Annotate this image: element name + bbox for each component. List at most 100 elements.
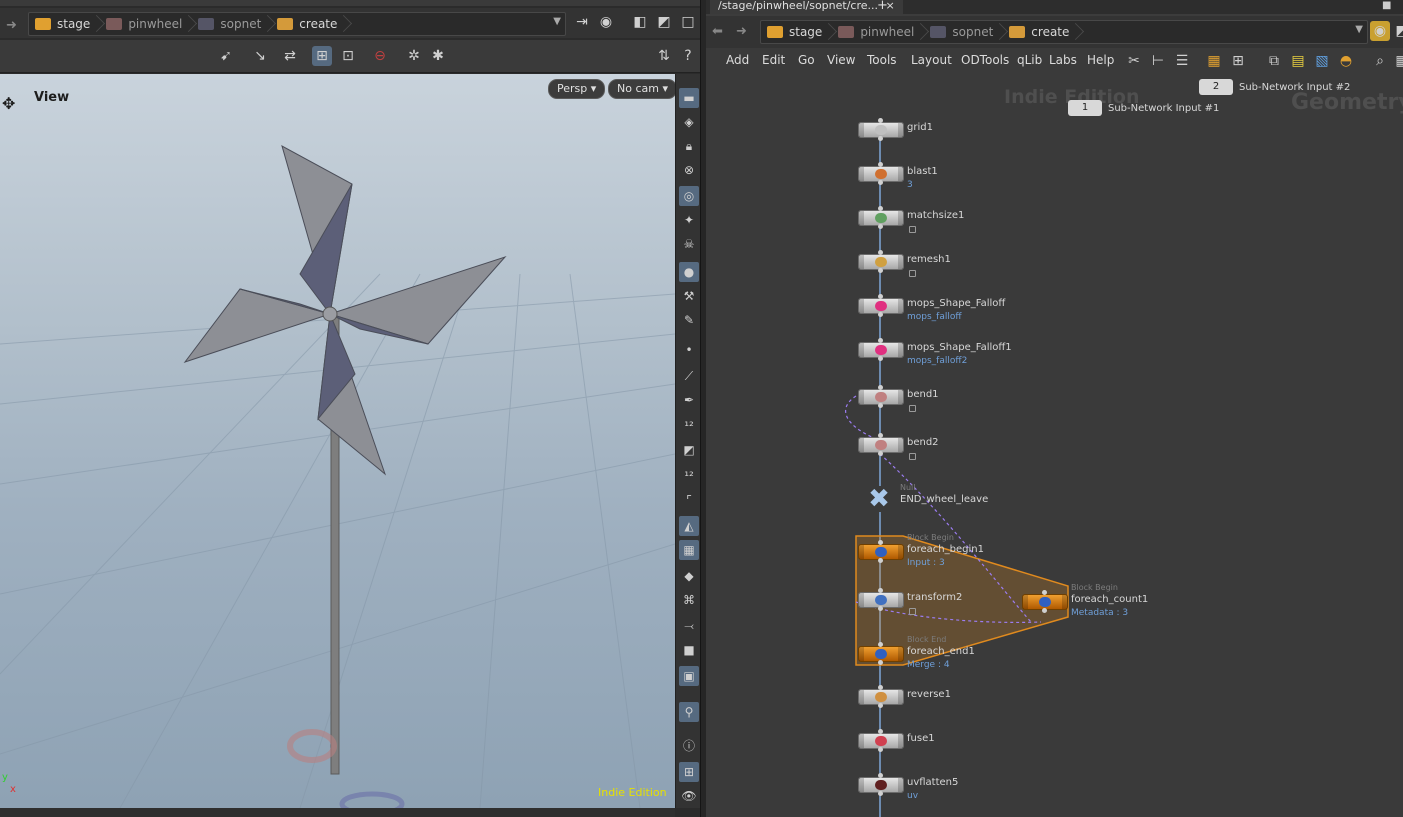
output-connector[interactable]: [878, 356, 883, 361]
output-connector[interactable]: [878, 747, 883, 752]
edge-icon[interactable]: ⟋: [679, 366, 699, 386]
left-pane-tabs[interactable]: [0, 0, 702, 6]
gear-icon[interactable]: ✲: [404, 46, 424, 66]
tree-icon[interactable]: ⊢: [1148, 51, 1168, 71]
cube-icon[interactable]: ◧: [630, 12, 650, 32]
info-icon[interactable]: ⓘ: [679, 736, 699, 756]
lock-icon[interactable]: 🔒︎: [679, 136, 699, 156]
forward-arrow-icon[interactable]: ➜: [6, 18, 17, 33]
display-points-icon[interactable]: ⊞: [312, 46, 332, 66]
output-connector[interactable]: [878, 660, 883, 665]
output-connector[interactable]: [878, 312, 883, 317]
output-connector[interactable]: [878, 180, 883, 185]
menu-help[interactable]: Help: [1087, 53, 1114, 67]
sticky-note-icon[interactable]: ▤: [1288, 51, 1308, 71]
forward-arrow-icon[interactable]: ➜: [736, 24, 747, 39]
network-box-icon[interactable]: ⧉: [1264, 51, 1284, 71]
output-connector[interactable]: [878, 791, 883, 796]
3d-viewport[interactable]: [0, 74, 675, 808]
input-connector[interactable]: [878, 162, 883, 167]
sort-icon[interactable]: ⇅: [654, 46, 674, 66]
image-node-icon[interactable]: ▧: [1312, 51, 1332, 71]
input-connector[interactable]: [878, 433, 883, 438]
output-connector[interactable]: [878, 268, 883, 273]
number-two-icon[interactable]: ¹²: [679, 466, 699, 486]
input-connector[interactable]: [878, 118, 883, 123]
skull-icon[interactable]: ☠: [679, 234, 699, 254]
menu-layout[interactable]: Layout: [911, 53, 952, 67]
crumb-create[interactable]: create: [271, 13, 347, 35]
output-connector[interactable]: [878, 224, 883, 229]
persp-menu-button[interactable]: Persp ▾: [548, 79, 606, 99]
input-connector[interactable]: [878, 338, 883, 343]
output-connector[interactable]: [878, 703, 883, 708]
menu-qlib[interactable]: qLib: [1017, 53, 1042, 67]
menu-tools[interactable]: Tools: [867, 53, 897, 67]
menu-go[interactable]: Go: [798, 53, 815, 67]
network-canvas[interactable]: Indie Edition Geometry 1 Sub-Network Inp…: [706, 74, 1403, 817]
texture-icon[interactable]: ◈: [679, 112, 699, 132]
output-connector[interactable]: [1042, 608, 1047, 613]
back-arrow-icon[interactable]: ⬅: [712, 24, 723, 39]
list-icon[interactable]: ☰: [1172, 51, 1192, 71]
input-connector[interactable]: [878, 250, 883, 255]
output-connector[interactable]: [878, 403, 883, 408]
crumb-sopnet[interactable]: sopnet: [924, 21, 1003, 43]
point-icon[interactable]: •: [679, 340, 699, 360]
scene-canvas[interactable]: [0, 74, 675, 808]
image-icon[interactable]: ▣: [679, 666, 699, 686]
pen-icon[interactable]: ✒: [679, 390, 699, 410]
menu-add[interactable]: Add: [726, 53, 749, 67]
number-icon[interactable]: ¹²: [679, 416, 699, 436]
menu-edit[interactable]: Edit: [762, 53, 785, 67]
path-dropdown-icon[interactable]: ▼: [553, 16, 561, 27]
pin-icon[interactable]: ⇥: [572, 12, 592, 32]
output-connector[interactable]: [878, 136, 883, 141]
input-connector[interactable]: [878, 385, 883, 390]
output-connector[interactable]: [878, 451, 883, 456]
select-tool-icon[interactable]: ➹: [216, 46, 236, 66]
input-connector[interactable]: [878, 206, 883, 211]
search-icon[interactable]: ⌕: [1370, 51, 1390, 71]
pin-location-icon[interactable]: ⚲: [679, 702, 699, 722]
snap-icon[interactable]: ⊡: [338, 46, 358, 66]
network-tab[interactable]: /stage/pinwheel/sopnet/cre... ×: [710, 0, 903, 14]
pane-max-icon[interactable]: ■: [1382, 0, 1391, 11]
input-connector[interactable]: [878, 642, 883, 647]
layers-icon[interactable]: ◆: [679, 566, 699, 586]
shading-icon[interactable]: ▬: [679, 88, 699, 108]
ball-icon[interactable]: ●: [679, 262, 699, 282]
uv-icon[interactable]: ⌘: [679, 590, 699, 610]
link-icon[interactable]: ◉: [596, 12, 616, 32]
menu-labs[interactable]: Labs: [1049, 53, 1077, 67]
rotate-tool-icon[interactable]: ⇄: [280, 46, 300, 66]
shape-icon[interactable]: ◭: [679, 516, 699, 536]
grid-layout-icon[interactable]: ⊞: [679, 762, 699, 782]
camera-menu-button[interactable]: No cam ▾: [608, 79, 677, 99]
display-icon[interactable]: ◩: [1392, 21, 1403, 41]
crumb-pinwheel[interactable]: pinwheel: [832, 21, 924, 43]
input-connector[interactable]: [878, 294, 883, 299]
menu-view[interactable]: View: [827, 53, 855, 67]
close-circle-icon[interactable]: ⊗: [679, 160, 699, 180]
crumb-create[interactable]: create: [1003, 21, 1079, 43]
stop-icon[interactable]: ■: [679, 640, 699, 660]
asset-icon[interactable]: ◓: [1336, 51, 1356, 71]
palette-icon[interactable]: ▦: [1204, 51, 1224, 71]
wrench-icon[interactable]: ✂: [1124, 51, 1144, 71]
camera-lens-icon[interactable]: ◎: [679, 186, 699, 206]
viewport-scrollbar[interactable]: [0, 808, 675, 817]
fork-icon[interactable]: ⤙: [679, 616, 699, 636]
crumb-sopnet[interactable]: sopnet: [192, 13, 271, 35]
no-entry-icon[interactable]: ⊖: [370, 46, 390, 66]
checker-icon[interactable]: ▦: [679, 540, 699, 560]
input-connector[interactable]: [878, 685, 883, 690]
render-icon[interactable]: ✱: [428, 46, 448, 66]
crumb-pinwheel[interactable]: pinwheel: [100, 13, 192, 35]
link-color-icon[interactable]: ◉: [1370, 21, 1390, 41]
input-connector[interactable]: [878, 588, 883, 593]
input-connector[interactable]: [878, 773, 883, 778]
corner-icon[interactable]: ⌜: [679, 490, 699, 510]
move-tool-icon[interactable]: ↘: [250, 46, 270, 66]
eye-icon[interactable]: 👁︎: [679, 786, 699, 806]
